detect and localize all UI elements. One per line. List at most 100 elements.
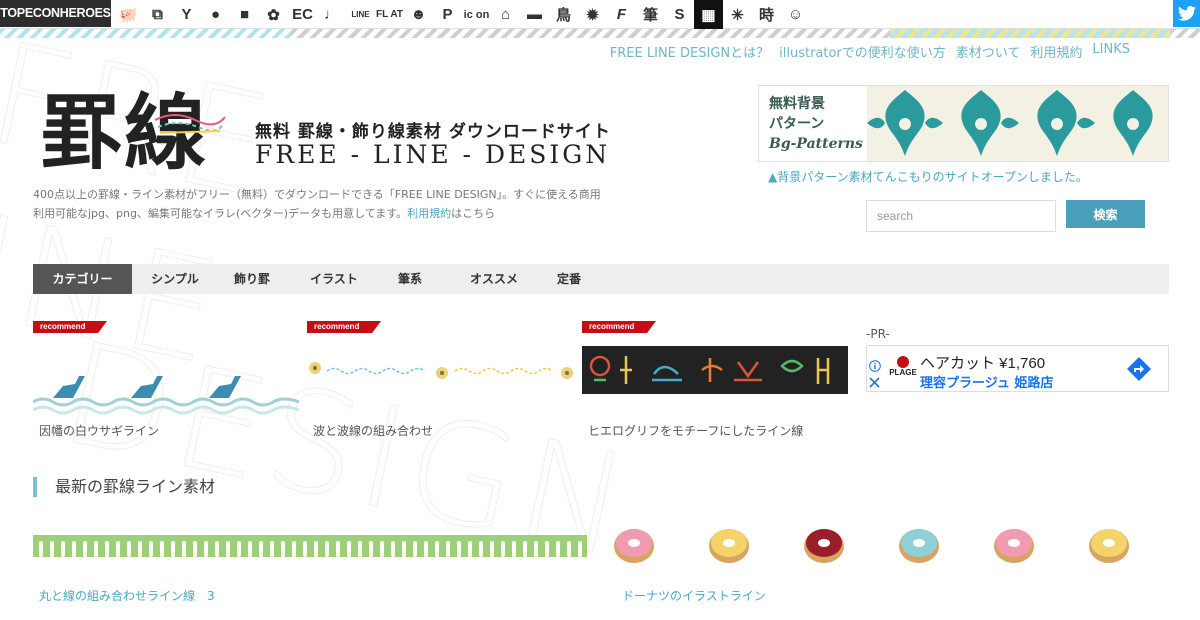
grid-icon[interactable]: ▦ <box>694 0 723 29</box>
tab-illustration[interactable]: イラスト <box>286 264 382 294</box>
site-description: 400点以上の罫線・ライン素材がフリー（無料）でダウンロードできる「FREE L… <box>33 185 603 223</box>
house-icon[interactable]: ⌂ <box>491 0 520 29</box>
music-note-icon[interactable]: ♩ <box>317 0 346 29</box>
brand-logo[interactable]: TOPECONHEROES <box>0 0 111 27</box>
scallop-gap <box>413 541 417 557</box>
banner-line-3: Bg-Patterns <box>769 136 863 152</box>
twitter-icon[interactable] <box>1173 0 1200 27</box>
tab-recommended[interactable]: オススメ <box>438 264 550 294</box>
scallop-gap <box>391 541 395 557</box>
donut-icon <box>899 529 939 563</box>
latest-item-title[interactable]: 丸と線の組み合わせライン線 3 <box>39 587 215 604</box>
donut-icon <box>709 529 749 563</box>
card-title[interactable]: 波と波線の組み合わせ <box>313 422 433 439</box>
scallop-gap <box>226 541 230 557</box>
scallop-gap <box>72 541 76 557</box>
category-nav: カテゴリー シンプル 飾り罫 イラスト 筆系 オススメ 定番 <box>33 264 1169 294</box>
smiley-icon[interactable]: ☻ <box>404 0 433 29</box>
ad-close-icon[interactable] <box>869 377 880 388</box>
scallop-gap <box>435 541 439 557</box>
scallop-gap <box>259 541 263 557</box>
scallop-gap <box>468 541 472 557</box>
scallop-gap <box>325 541 329 557</box>
tab-brush[interactable]: 筆系 <box>382 264 438 294</box>
scallop-gap <box>358 541 362 557</box>
nav-link-illustrator[interactable]: illustratorでの便利な使い方 <box>779 42 946 61</box>
description-tail: はこちら <box>451 207 496 220</box>
scallop-gap <box>149 541 153 557</box>
nav-link-materials[interactable]: 素材ついて <box>956 42 1021 61</box>
search-button[interactable]: 検索 <box>1066 200 1145 228</box>
scallop-gap <box>303 541 307 557</box>
donut-icon <box>614 529 654 563</box>
scallop-gap <box>567 541 571 557</box>
scallop-gap <box>39 541 43 557</box>
pig-icon[interactable]: 🐖 <box>114 0 143 29</box>
advertisement[interactable]: PLAGE ヘアカット ¥1,760 理容プラージュ 姫路店 <box>866 345 1169 392</box>
ad-title[interactable]: ヘアカット ¥1,760 <box>920 352 1045 373</box>
brush-icon[interactable]: 筆 <box>636 0 665 29</box>
banner-announcement[interactable]: ▲背景パターン素材てんこもりのサイトオープンしました。 <box>768 168 1088 185</box>
tab-simple[interactable]: シンプル <box>132 264 218 294</box>
bed-icon[interactable]: ▬ <box>520 0 549 29</box>
bg-patterns-banner[interactable]: 無料背景 パターン Bg-Patterns <box>758 85 1169 162</box>
bird-icon[interactable]: 鳥 <box>549 0 578 29</box>
card-title[interactable]: ヒエログリフをモチーフにしたライン線 <box>588 422 803 439</box>
burst-icon[interactable]: ✳ <box>723 0 752 29</box>
ad-info-icon[interactable] <box>869 360 881 372</box>
wave-line-thumbnail <box>307 346 573 431</box>
scallop-gap <box>347 541 351 557</box>
terms-link[interactable]: 利用規約 <box>407 207 451 220</box>
tag-icon[interactable]: ■ <box>230 0 259 29</box>
scallop-gap <box>83 541 87 557</box>
scallop-gap <box>545 541 549 557</box>
gear-shape-icon[interactable]: ✹ <box>578 0 607 29</box>
speech-bubble-icon[interactable]: ● <box>201 0 230 29</box>
damask-pattern-image <box>867 86 1168 161</box>
line-icon[interactable]: LINE <box>346 0 375 29</box>
card-title[interactable]: 因幡の白ウサギライン <box>39 422 159 439</box>
nav-link-terms[interactable]: 利用規約 <box>1030 42 1082 61</box>
scallop-gap <box>171 541 175 557</box>
scallop-gap <box>248 541 252 557</box>
banner-text: 無料背景 パターン Bg-Patterns <box>759 86 867 161</box>
flat-icon[interactable]: FL AT <box>375 0 404 29</box>
copy-icon[interactable]: ⧉ <box>143 0 172 29</box>
scallop-gap <box>490 541 494 557</box>
face-icon[interactable]: ☺ <box>781 0 810 29</box>
directions-arrow-icon[interactable] <box>1126 356 1152 382</box>
flower-icon[interactable]: ✿ <box>259 0 288 29</box>
donut-line-thumbnail[interactable] <box>610 522 1140 567</box>
scallop-gap <box>105 541 109 557</box>
search-input[interactable] <box>866 200 1056 232</box>
rabbit-line-thumbnail <box>33 346 299 431</box>
parking-icon[interactable]: P <box>433 0 462 29</box>
clock-kanji-icon[interactable]: 時 <box>752 0 781 29</box>
nav-link-about[interactable]: FREE LINE DESIGNとは？ <box>610 42 769 61</box>
scallop-gap <box>314 541 318 557</box>
tab-category[interactable]: カテゴリー <box>33 264 132 294</box>
banner-line-2: パターン <box>769 116 825 132</box>
ec-icon[interactable]: EC <box>288 0 317 29</box>
recommend-badge: recommend <box>307 321 381 333</box>
scallop-gap <box>237 541 241 557</box>
tab-standard[interactable]: 定番 <box>550 264 588 294</box>
site-english-title: FREE - LINE - DESIGN <box>255 140 611 169</box>
hieroglyph-line-thumbnail <box>582 346 848 394</box>
person-icon[interactable]: Y <box>172 0 201 29</box>
ad-logo-mark <box>897 356 909 368</box>
scallop-gap <box>215 541 219 557</box>
f-letter-icon[interactable]: F <box>607 0 636 29</box>
s-letter-icon[interactable]: S <box>665 0 694 29</box>
nav-link-links[interactable]: LINKS <box>1092 42 1130 61</box>
tab-decorative[interactable]: 飾り罫 <box>218 264 286 294</box>
scallop-gap <box>281 541 285 557</box>
header-nav: FREE LINE DESIGNとは？ illustratorでの便利な使い方 … <box>610 42 1130 61</box>
scallop-gap <box>446 541 450 557</box>
scallop-gap <box>578 541 582 557</box>
donut-icon <box>994 529 1034 563</box>
latest-item-title[interactable]: ドーナツのイラストライン <box>622 587 766 604</box>
circle-line-thumbnail[interactable] <box>33 523 587 561</box>
icon-text-icon[interactable]: ic on <box>462 0 491 29</box>
ad-subtitle[interactable]: 理容プラージュ 姫路店 <box>920 372 1053 391</box>
